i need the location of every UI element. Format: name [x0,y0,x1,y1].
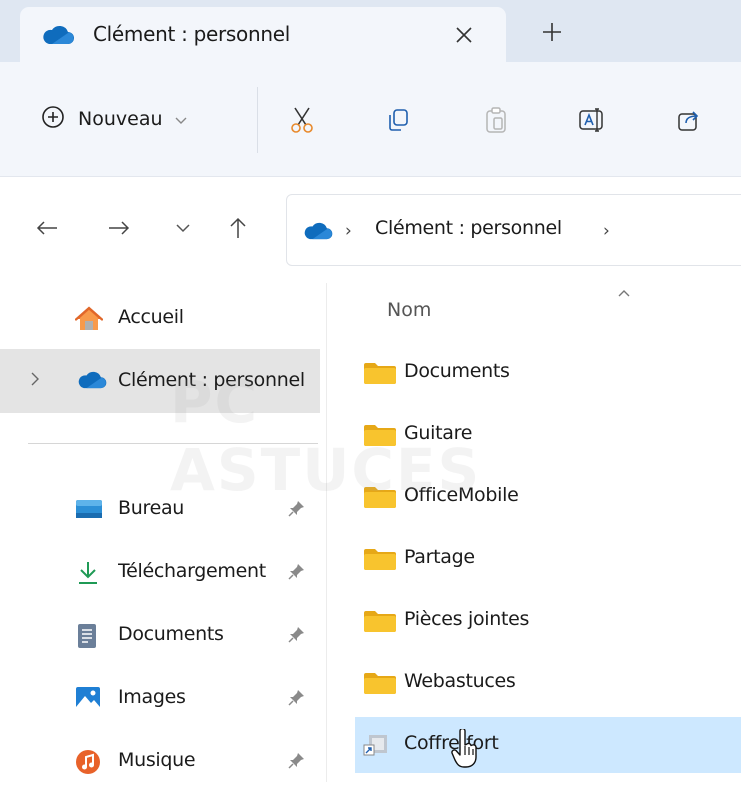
file-row[interactable]: Webastuces [355,655,741,711]
back-arrow-icon[interactable] [34,215,60,241]
breadcrumb-separator-icon[interactable]: › [345,221,352,241]
new-button[interactable]: Nouveau [40,99,187,139]
onedrive-cloud-icon [75,371,107,397]
sidebar-item-pictures[interactable]: Images [0,666,320,730]
cut-icon[interactable] [288,106,316,134]
file-row[interactable]: OfficeMobile [355,469,741,525]
pin-icon[interactable] [288,688,306,710]
file-row[interactable]: Pièces jointes [355,593,741,649]
history-chevron-icon[interactable] [170,215,196,241]
file-name: Pièces jointes [404,608,530,630]
sidebar-item-label: Images [118,686,186,708]
sidebar-divider [28,443,318,444]
plus-icon[interactable] [536,16,568,48]
up-arrow-icon[interactable] [225,215,251,241]
command-bar: Nouveau [0,62,741,177]
desktop-icon [75,497,103,523]
column-header-name[interactable]: Nom [387,299,431,321]
pin-icon[interactable] [288,562,306,584]
file-name: Partage [404,546,475,568]
onedrive-cloud-icon [40,25,74,49]
sort-caret-icon [617,283,631,302]
toolbar-separator [257,87,258,153]
sidebar-item-documents[interactable]: Documents [0,603,320,667]
address-bar[interactable]: › Clément : personnel › [286,194,741,266]
file-row[interactable]: Partage [355,531,741,587]
sidebar-item-label: Clément : personnel [118,369,305,391]
rename-icon[interactable] [578,106,606,134]
pin-icon[interactable] [288,499,306,521]
shortcut-icon [363,734,389,760]
folder-icon [363,485,397,513]
pin-icon[interactable] [288,751,306,773]
sidebar-item-downloads[interactable]: Téléchargement [0,540,320,604]
new-button-label: Nouveau [78,108,163,130]
folder-icon [363,609,397,637]
download-icon [75,560,103,586]
document-icon [75,623,103,649]
folder-icon [363,423,397,451]
file-row-selected[interactable]: Coffre-fort [355,717,741,773]
chevron-right-icon[interactable] [30,371,40,390]
chevron-down-icon [175,110,187,129]
folder-icon [363,361,397,389]
sidebar-item-music[interactable]: Musique [0,729,320,793]
paste-icon[interactable] [482,106,510,134]
sidebar-item-label: Musique [118,749,196,771]
active-tab[interactable]: Clément : personnel [20,7,506,62]
file-row[interactable]: Documents [355,345,741,401]
pin-icon[interactable] [288,625,306,647]
forward-arrow-icon[interactable] [106,215,132,241]
file-list: Nom Documents Guitare OfficeMobile Parta… [327,283,741,782]
folder-icon [363,671,397,699]
file-row[interactable]: Guitare [355,407,741,463]
sidebar-item-label: Téléchargement [118,560,266,582]
file-name: Guitare [404,422,473,444]
file-name: Documents [404,360,510,382]
share-icon[interactable] [675,106,703,134]
sidebar-item-label: Documents [118,623,224,645]
tab-title: Clément : personnel [93,22,290,46]
onedrive-cloud-icon [301,222,333,244]
file-name: OfficeMobile [404,484,519,506]
add-circle-icon [40,104,66,134]
file-name: Webastuces [404,670,516,692]
sidebar-item-desktop[interactable]: Bureau [0,477,320,541]
tab-bar: Clément : personnel [0,0,741,62]
home-icon [74,306,104,332]
sidebar-item-onedrive[interactable]: Clément : personnel [0,349,320,413]
copy-icon[interactable] [384,106,412,134]
music-icon [75,749,103,775]
breadcrumb-onedrive[interactable]: Clément : personnel [375,217,562,239]
sidebar-item-label: Bureau [118,497,185,519]
sidebar-item-label: Accueil [118,306,184,328]
address-row: › Clément : personnel › [0,177,741,283]
navigation-pane: Accueil Clément : personnel Bureau Téléc… [0,283,326,782]
folder-icon [363,547,397,575]
image-icon [75,686,103,712]
sidebar-item-home[interactable]: Accueil [0,286,320,350]
breadcrumb-separator-icon[interactable]: › [603,221,610,241]
mouse-cursor-icon [451,727,477,773]
close-icon[interactable] [450,21,478,49]
